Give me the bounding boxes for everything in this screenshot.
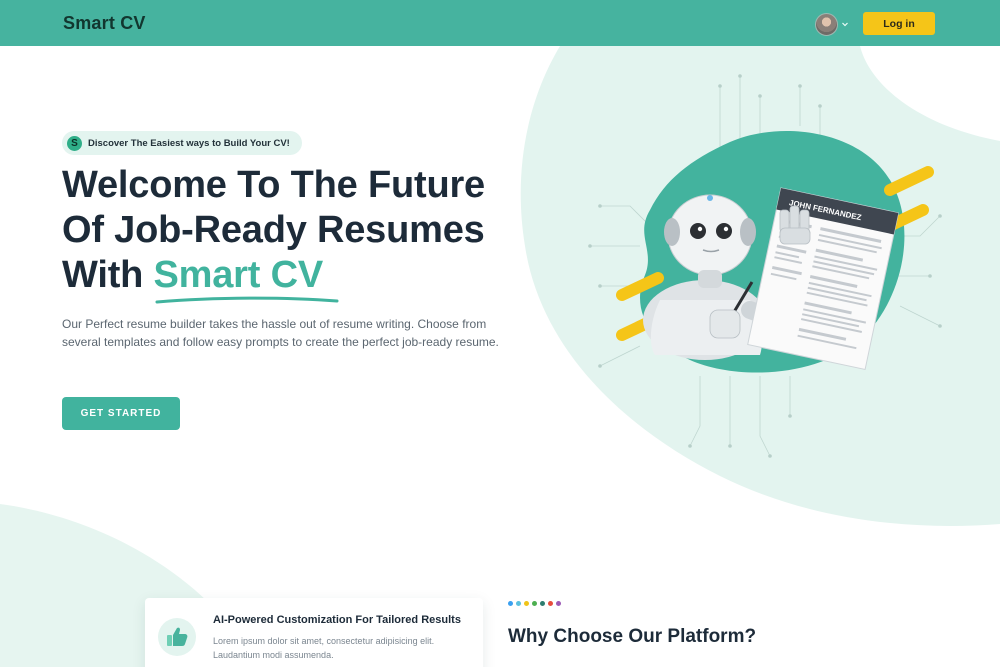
feature-icon-circle bbox=[158, 618, 196, 656]
top-navbar bbox=[0, 0, 1000, 46]
hero-title-accent: Smart CV bbox=[153, 254, 324, 296]
chevron-down-icon[interactable] bbox=[841, 20, 849, 28]
dot-4 bbox=[532, 601, 537, 606]
accent-underline bbox=[155, 296, 339, 304]
hero-title-prefix: With bbox=[62, 254, 154, 296]
get-started-button[interactable]: GET STARTED bbox=[62, 397, 180, 430]
dot-2 bbox=[516, 601, 521, 606]
hero-title-line-1: Welcome To The Future bbox=[62, 164, 485, 206]
hero-description: Our Perfect resume builder takes the has… bbox=[62, 317, 499, 349]
hero-badge: S Discover The Easiest ways to Build You… bbox=[62, 131, 302, 155]
account-menu[interactable] bbox=[815, 12, 849, 36]
dot-5 bbox=[540, 601, 545, 606]
decorative-dots bbox=[508, 601, 561, 606]
why-choose-heading: Why Choose Our Platform? bbox=[508, 626, 757, 647]
login-button[interactable]: Log in bbox=[863, 12, 935, 35]
feature-card[interactable]: AI-Powered Customization For Tailored Re… bbox=[145, 598, 483, 667]
thumbs-up-icon bbox=[167, 627, 188, 646]
hero-title-line-3: With Smart CV bbox=[62, 253, 532, 298]
feature-title: AI-Powered Customization For Tailored Re… bbox=[213, 614, 461, 626]
avatar[interactable] bbox=[815, 12, 838, 36]
dot-1 bbox=[508, 601, 513, 606]
hero-badge-text: Discover The Easiest ways to Build Your … bbox=[88, 137, 290, 149]
hero-title: Welcome To The Future Of Job-Ready Resum… bbox=[62, 163, 532, 298]
feature-description: Lorem ipsum dolor sit amet, consectetur … bbox=[213, 636, 435, 660]
dot-7 bbox=[556, 601, 561, 606]
robot-resume-illustration: JOHN FERNANDEZ bbox=[616, 130, 934, 373]
logo[interactable]: Smart CV bbox=[63, 13, 146, 34]
dollar-badge-icon: S bbox=[67, 135, 82, 151]
hero-title-line-2: Of Job-Ready Resumes bbox=[62, 209, 485, 251]
dot-3 bbox=[524, 601, 529, 606]
dot-6 bbox=[548, 601, 553, 606]
